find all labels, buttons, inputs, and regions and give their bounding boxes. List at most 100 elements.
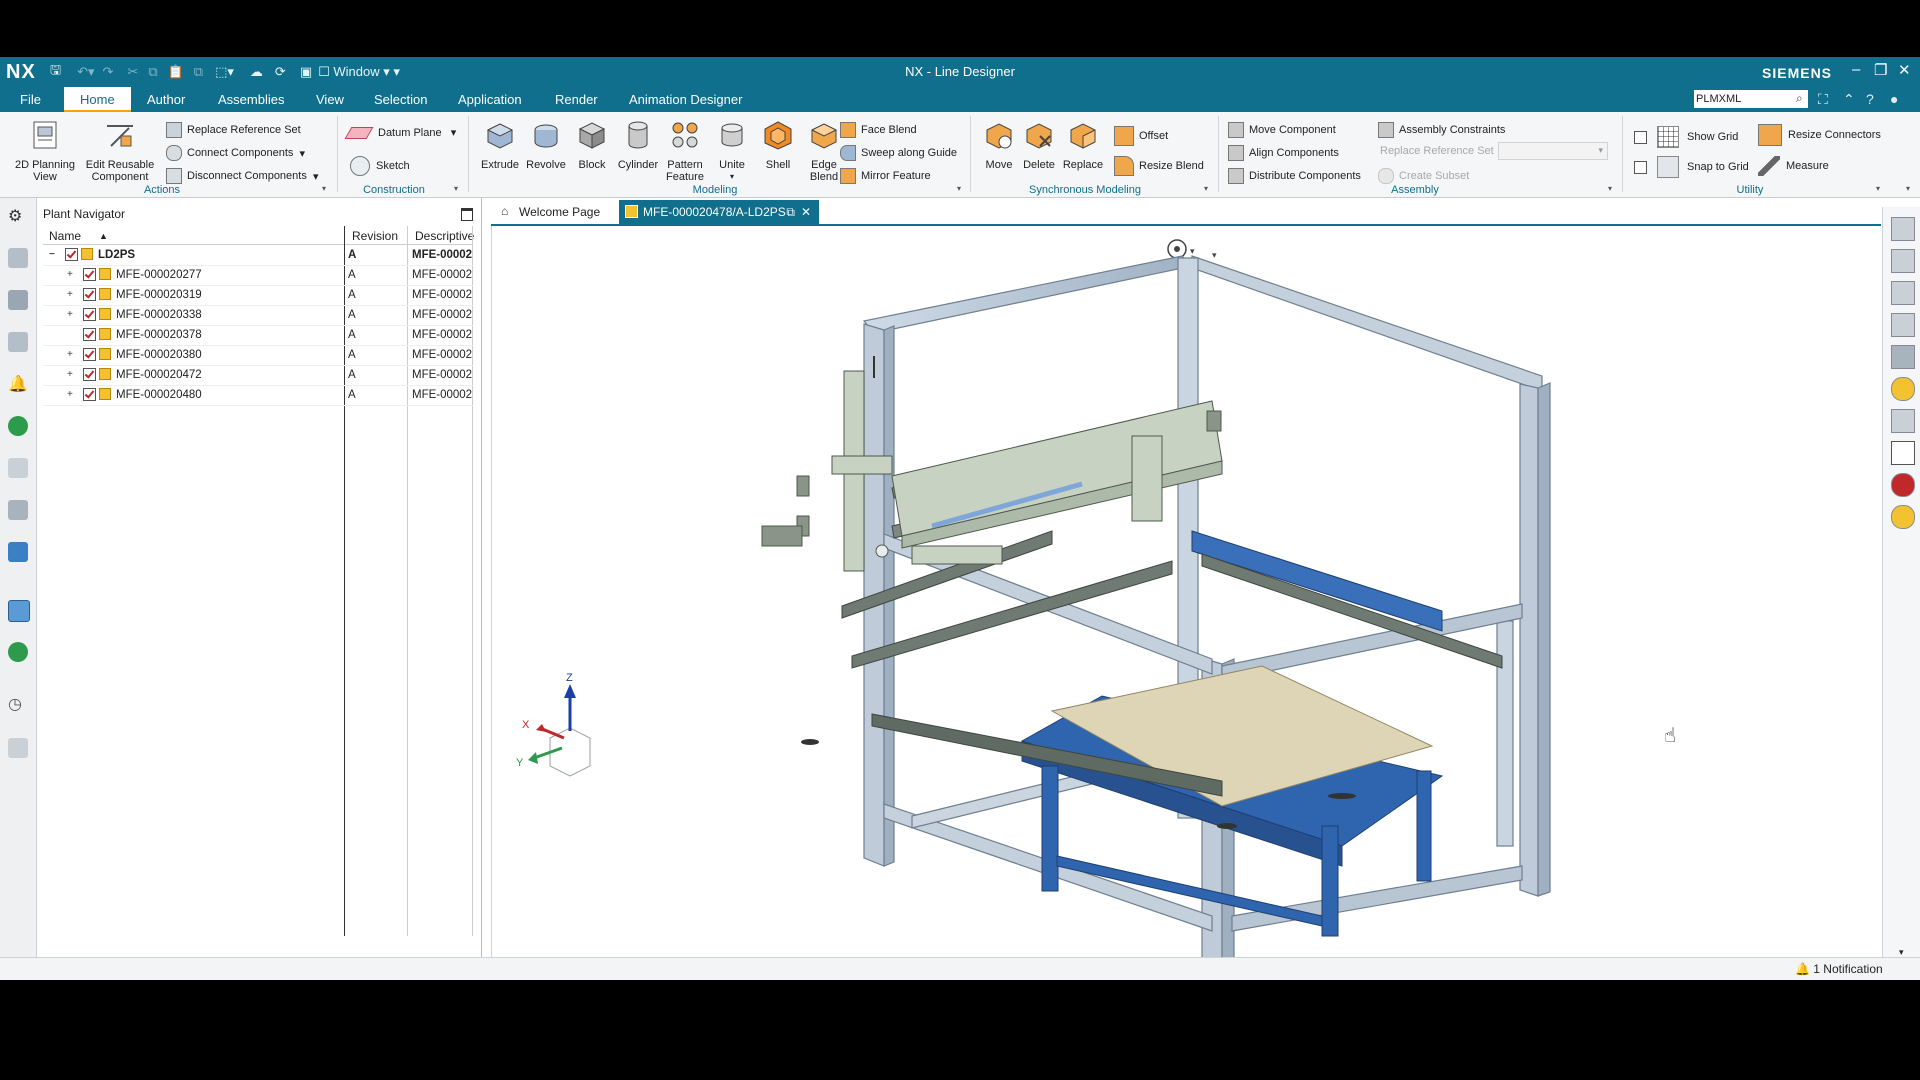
unite-dropdown-icon[interactable]: ▾ [708, 171, 756, 183]
disconnect-components-button[interactable]: Disconnect Components ▾ [166, 168, 318, 184]
popout-icon[interactable]: ⧉ [786, 200, 795, 224]
ribbon-options-icon[interactable]: ▾ [1906, 184, 1910, 193]
face-blend-button[interactable]: Face Blend [840, 122, 917, 138]
visibility-checkbox[interactable] [83, 288, 96, 301]
component-library-icon[interactable] [1891, 345, 1915, 369]
menu-view[interactable]: View [316, 92, 344, 107]
table-row[interactable]: MFE-000020378 A MFE-00002C [43, 325, 473, 346]
edit-reusable-component-button[interactable]: Edit Reusable Component [82, 118, 158, 183]
route-path-icon[interactable] [1891, 217, 1915, 241]
visibility-checkbox[interactable] [83, 388, 96, 401]
modeling-group-more-icon[interactable]: ▾ [957, 184, 961, 193]
expand-icon[interactable]: + [67, 389, 73, 400]
history-clock-icon[interactable]: ◷ [8, 694, 28, 714]
visibility-checkbox[interactable] [65, 248, 78, 261]
move-component-button[interactable]: Move Component [1228, 122, 1336, 138]
system-materials-icon[interactable] [8, 738, 28, 758]
visibility-checkbox[interactable] [83, 308, 96, 321]
revolve-button[interactable]: Revolve [522, 118, 570, 171]
material-icon[interactable] [1891, 473, 1915, 497]
fit-view-icon[interactable] [1891, 441, 1915, 465]
pattern-feature-button[interactable]: Pattern Feature [660, 118, 710, 183]
close-icon[interactable]: ✕ [1898, 61, 1911, 79]
notification-bell-icon[interactable]: 🔔 [8, 374, 28, 394]
datum-plane-button[interactable]: Datum Plane ▾ [344, 126, 456, 139]
assembly-group-more-icon[interactable]: ▾ [1608, 184, 1612, 193]
coordinate-triad[interactable]: Z X Y [516, 672, 591, 777]
assembly-constraints-button[interactable]: Assembly Constraints [1378, 122, 1505, 138]
column-name[interactable]: Name [49, 229, 81, 243]
reference-set-select[interactable]: ▾ [1498, 142, 1608, 160]
star-icon[interactable] [1891, 377, 1915, 401]
reuse-library-icon[interactable] [8, 458, 28, 478]
star-icon[interactable] [1891, 505, 1915, 529]
settings-gear-icon[interactable]: ⚙ [8, 206, 28, 226]
plant-library-icon[interactable] [8, 500, 28, 520]
menu-application[interactable]: Application [458, 92, 522, 107]
visibility-checkbox[interactable] [83, 328, 96, 341]
table-row[interactable]: + MFE-000020338 A MFE-00002C [43, 305, 473, 326]
block-button[interactable]: Block [568, 118, 616, 171]
table-row[interactable]: + MFE-000020319 A MFE-00002C [43, 285, 473, 306]
part-navigator-icon[interactable] [8, 332, 28, 352]
visibility-checkbox[interactable] [83, 368, 96, 381]
visibility-checkbox[interactable] [83, 268, 96, 281]
replace-face-button[interactable]: Replace [1058, 118, 1108, 171]
menu-home[interactable]: Home [64, 87, 131, 112]
tab-welcome-page[interactable]: ⌂ Welcome Page [495, 200, 613, 224]
column-revision[interactable]: Revision [352, 229, 398, 243]
teamcenter-icon[interactable] [8, 642, 28, 662]
construction-group-more-icon[interactable]: ▾ [454, 184, 458, 193]
expand-icon[interactable]: + [67, 309, 73, 320]
distribute-components-button[interactable]: Distribute Components [1228, 168, 1361, 184]
2d-planning-view-button[interactable]: 2D Planning View [10, 118, 80, 183]
maximize-panel-icon[interactable] [461, 208, 473, 221]
table-row[interactable]: + MFE-000020480 A MFE-00002C [43, 385, 473, 406]
roles-icon[interactable] [8, 600, 30, 622]
notifications-button[interactable]: 🔔 1 Notification [1795, 962, 1883, 976]
delete-face-button[interactable]: Delete [1016, 118, 1062, 171]
menu-animation-designer[interactable]: Animation Designer [629, 92, 742, 107]
column-descriptive[interactable]: Descriptive [415, 229, 474, 243]
sweep-along-guide-button[interactable]: Sweep along Guide [840, 145, 957, 161]
cylinder-button[interactable]: Cylinder [614, 118, 662, 171]
plant-navigator-icon[interactable] [8, 542, 28, 562]
expand-icon[interactable]: + [67, 289, 73, 300]
expand-icon[interactable]: + [67, 349, 73, 360]
restore-icon[interactable]: ❐ [1874, 61, 1887, 79]
synchronous-group-more-icon[interactable]: ▾ [1204, 184, 1208, 193]
collapse-ribbon-icon[interactable]: ⌃ [1843, 91, 1855, 108]
tab-mfe-000020478[interactable]: MFE-000020478/A-LD2PS ⧉ ✕ [619, 200, 819, 224]
shell-button[interactable]: Shell [754, 118, 802, 171]
table-row[interactable]: + MFE-000020472 A MFE-00002C [43, 365, 473, 386]
table-row[interactable]: + MFE-000020380 A MFE-00002C [43, 345, 473, 366]
graphics-window[interactable]: ▾ ▾ Z X Y ☝ [491, 226, 1882, 968]
create-subset-button[interactable]: Create Subset [1378, 168, 1469, 184]
expand-icon[interactable]: + [67, 369, 73, 380]
menu-selection[interactable]: Selection [374, 92, 427, 107]
command-search-input[interactable]: PLMXML [1694, 90, 1808, 108]
menu-author[interactable]: Author [147, 92, 185, 107]
full-screen-icon[interactable]: ⛶ [1818, 91, 1828, 108]
align-components-button[interactable]: Align Components [1228, 145, 1339, 161]
connect-components-button[interactable]: Connect Components ▾ [166, 145, 305, 161]
snap-to-grid-toggle[interactable]: Snap to Grid [1634, 156, 1749, 178]
utility-group-more-icon[interactable]: ▾ [1876, 184, 1880, 193]
table-row[interactable]: + MFE-000020277 A MFE-00002C [43, 265, 473, 286]
collapse-icon[interactable]: − [49, 249, 55, 260]
route-path-icon[interactable] [1891, 281, 1915, 305]
menu-assemblies[interactable]: Assemblies [218, 92, 284, 107]
show-grid-toggle[interactable]: Show Grid [1634, 126, 1738, 148]
table-row-root[interactable]: − LD2PS A MFE-00002 [43, 245, 473, 266]
measure-button[interactable]: Measure [1758, 156, 1829, 176]
gantry-carriage[interactable] [761, 356, 1223, 572]
frame-structure[interactable] [862, 255, 1551, 967]
route-path-icon[interactable] [1891, 249, 1915, 273]
sort-ascending-icon[interactable]: ▲ [99, 231, 108, 241]
menu-render[interactable]: Render [555, 92, 598, 107]
show-grid-checkbox[interactable] [1634, 130, 1647, 144]
route-path-icon[interactable] [1891, 409, 1915, 433]
resize-connectors-button[interactable]: Resize Connectors [1758, 124, 1881, 146]
sketch-button[interactable]: Sketch [350, 156, 410, 176]
mirror-feature-button[interactable]: Mirror Feature [840, 168, 931, 184]
